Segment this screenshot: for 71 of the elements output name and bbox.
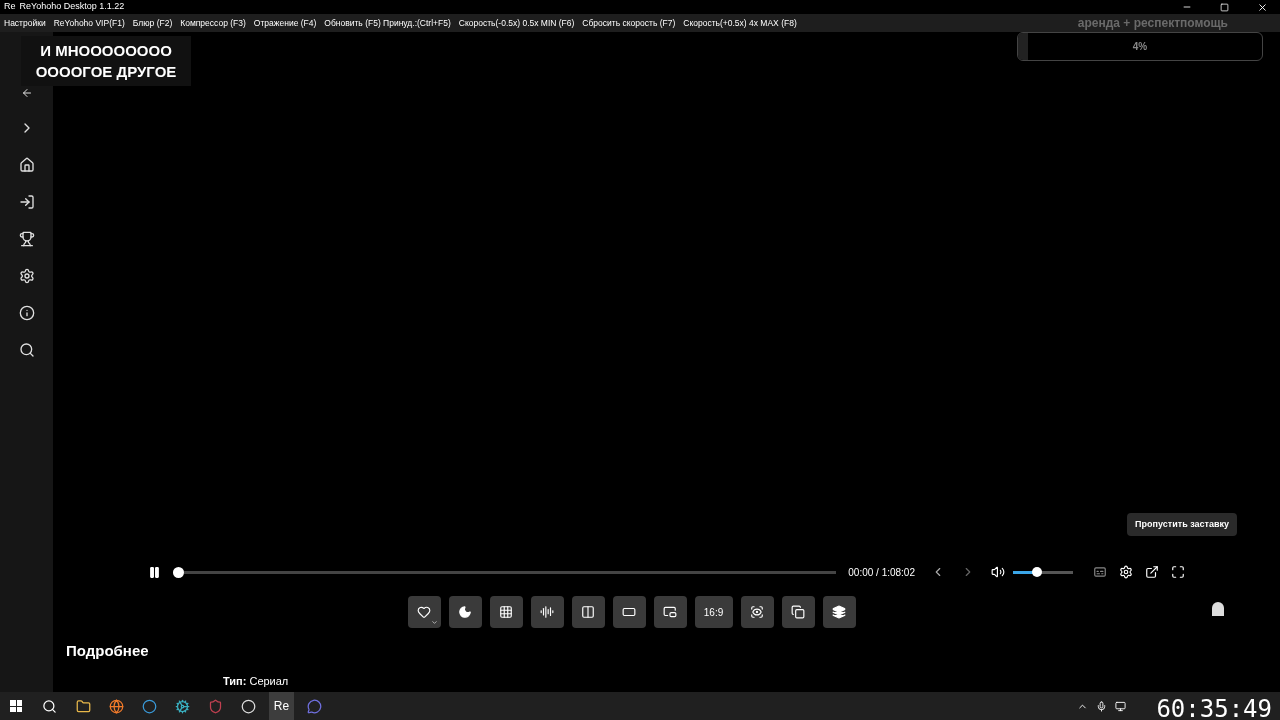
record-icon — [241, 698, 256, 714]
picture-in-picture-icon — [663, 605, 677, 619]
ring-icon — [142, 698, 157, 714]
progress-track[interactable] — [173, 566, 837, 578]
search-icon[interactable] — [42, 698, 57, 714]
globe-icon — [109, 698, 124, 714]
close-icon[interactable] — [1257, 1, 1268, 13]
back-arrow-icon[interactable] — [20, 87, 33, 99]
window-title: ReYohoho Desktop 1.1.22 — [19, 0, 125, 14]
layers-icon — [832, 605, 846, 619]
fullscreen-icon[interactable] — [1171, 565, 1185, 579]
overlay-timer: 60:35:49 — [1156, 697, 1272, 720]
moon-button[interactable] — [448, 596, 482, 628]
focus-icon — [750, 605, 764, 619]
menu-item[interactable]: Блюр (F2) — [132, 16, 173, 30]
popout-icon[interactable] — [1145, 565, 1159, 579]
start-icon[interactable] — [10, 700, 22, 712]
goal-percent: 4% — [1132, 40, 1148, 54]
taskbar-app[interactable]: Re — [269, 692, 294, 720]
caret-icon — [430, 619, 438, 626]
aspect-button[interactable] — [612, 596, 646, 628]
focus-button[interactable] — [740, 596, 774, 628]
trophy-icon[interactable] — [18, 231, 35, 247]
heart-button[interactable] — [407, 596, 441, 628]
grid-button[interactable] — [489, 596, 523, 628]
volume-icon[interactable] — [991, 565, 1005, 579]
grid-icon — [499, 605, 513, 619]
restore-icon[interactable] — [1220, 2, 1229, 12]
folder-icon — [76, 698, 91, 714]
info-icon[interactable] — [18, 305, 35, 321]
aspect-ratio-button[interactable]: 16:9 — [694, 596, 733, 628]
tooltip: Пропустить заставку — [1127, 512, 1237, 536]
home-icon[interactable] — [18, 157, 35, 173]
split-icon — [581, 605, 595, 619]
details-heading: Подробнее — [66, 641, 150, 661]
type-line: Тип: Сериал — [223, 673, 290, 689]
layers-button[interactable] — [822, 596, 856, 628]
waveform-icon — [540, 605, 554, 619]
shield-icon — [208, 698, 223, 714]
search-icon[interactable] — [18, 342, 35, 358]
settings-icon[interactable] — [18, 268, 35, 284]
heart-icon — [417, 605, 431, 619]
volume-track[interactable] — [1013, 570, 1073, 574]
overlay-goal-title: аренда + респектпомощь — [1077, 15, 1228, 32]
progress-thumb[interactable] — [173, 566, 184, 578]
copy-button[interactable] — [781, 596, 815, 628]
monitor-icon[interactable] — [1115, 700, 1126, 712]
menu-item[interactable]: Сбросить скорость (F7) — [582, 16, 676, 30]
login-icon[interactable] — [18, 194, 35, 210]
menu-item[interactable]: Обновить (F5) Принуд.:(Ctrl+F5) — [324, 16, 451, 30]
gear-icon — [175, 698, 190, 714]
wave-button[interactable] — [530, 596, 564, 628]
moon-icon — [458, 605, 472, 619]
menu-item[interactable]: Скорость(+0.5x) 4x MAX (F8) — [683, 16, 797, 30]
chat-icon — [307, 698, 322, 714]
menu-item[interactable]: ReYohoho VIP(F1) — [53, 16, 125, 30]
aspect-icon — [622, 605, 636, 619]
pip-button[interactable] — [653, 596, 687, 628]
copy-icon — [791, 605, 805, 619]
time-display: 00:00 / 1:08:02 — [848, 565, 915, 580]
overlay-caption: И МНОООООООО ООООГОЕ ДРУГОЕ — [34, 41, 178, 82]
menu-item[interactable]: Компрессор (F3) — [180, 16, 246, 30]
menu-item[interactable]: Настройки — [4, 16, 46, 30]
app-logo: Re — [3, 0, 17, 14]
captions-icon[interactable] — [1093, 565, 1107, 579]
pause-button[interactable] — [148, 565, 161, 579]
volume-thumb[interactable] — [1032, 566, 1042, 577]
menu-item[interactable]: Отражение (F4) — [253, 16, 317, 30]
split-button[interactable] — [571, 596, 605, 628]
menu-item[interactable]: Скорость(-0.5x) 0.5x MIN (F6) — [458, 16, 575, 30]
microphone-icon[interactable] — [1096, 700, 1107, 712]
